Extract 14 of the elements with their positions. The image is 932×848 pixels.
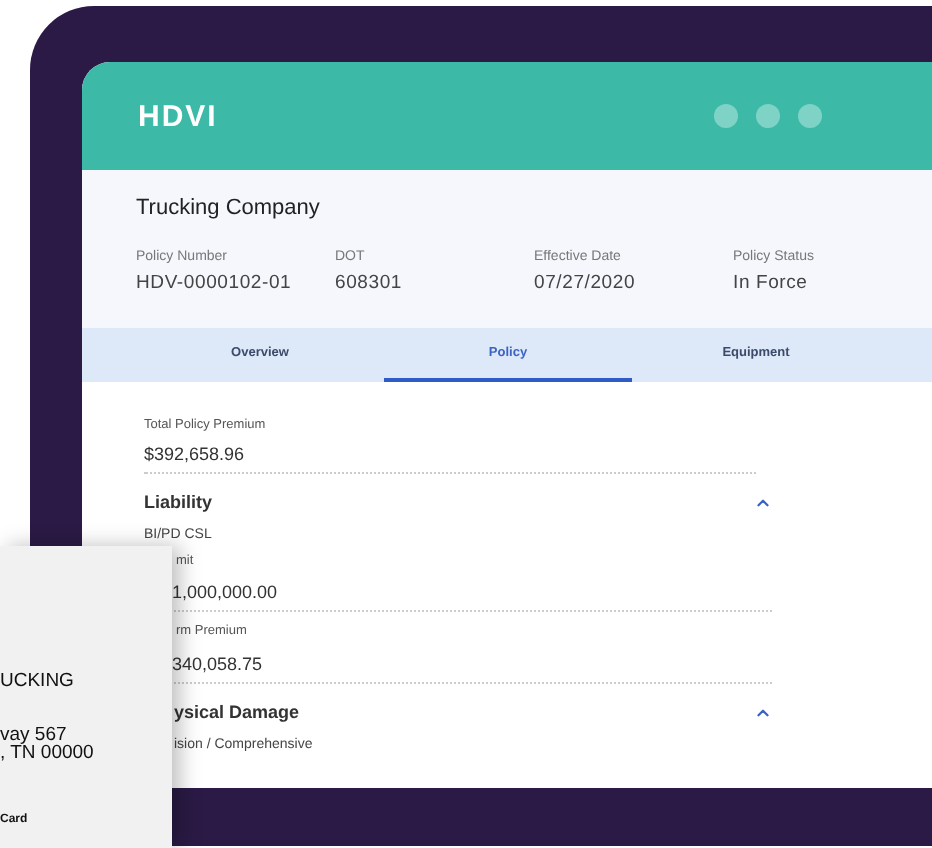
logo: HDVI <box>138 101 218 131</box>
field-value: 608301 <box>335 274 405 293</box>
card-text: UCKING <box>0 672 76 691</box>
field-value: 07/27/2020 <box>534 274 638 293</box>
field-value: HDV-0000102-01 <box>136 274 294 293</box>
field-value: $392,658.96 <box>144 445 756 473</box>
field-value: 1,000,000.00 <box>172 582 278 602</box>
company-name: Trucking Company <box>136 198 322 220</box>
field-value: In Force <box>733 274 810 293</box>
field-value: 340,058.75 <box>172 653 263 673</box>
section-title: Liability <box>144 493 213 511</box>
card-text: vay 567 <box>0 725 67 744</box>
section-title: ysical Damage <box>174 703 300 721</box>
card-text: , TN 00000 <box>0 744 96 763</box>
